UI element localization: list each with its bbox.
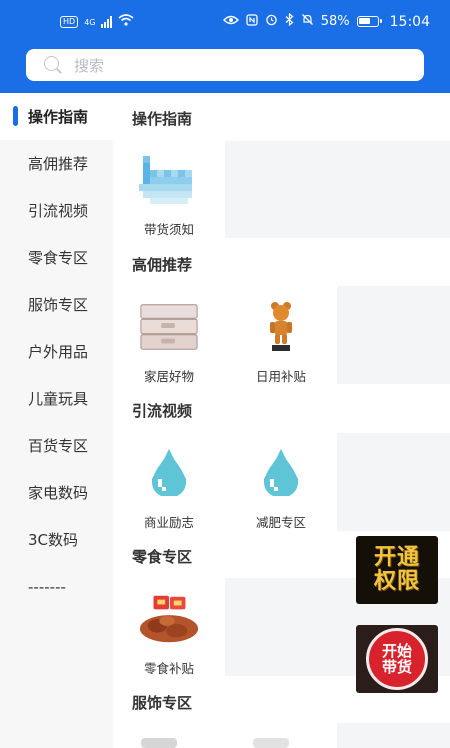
sidebar-item-apparel[interactable]: 服饰专区 bbox=[0, 281, 113, 328]
network-label: 4G bbox=[84, 17, 96, 27]
promo-circle: 开始 带货 bbox=[366, 628, 428, 690]
item-card-business-inspiration[interactable]: 商业励志 bbox=[120, 442, 218, 538]
sidebar-item-guide[interactable]: 操作指南 bbox=[0, 93, 113, 140]
sidebar-item-general-goods[interactable]: 百货专区 bbox=[0, 422, 113, 469]
section-title: 操作指南 bbox=[132, 110, 193, 128]
promo-text: 开始 bbox=[381, 642, 412, 660]
signal-icon bbox=[101, 16, 113, 28]
sidebar-item-label: 零食专区 bbox=[28, 249, 89, 267]
sidebar-item-label: 服饰专区 bbox=[28, 296, 89, 314]
search-icon bbox=[42, 54, 64, 76]
sidebar-item-high-commission[interactable]: 高佣推荐 bbox=[0, 140, 113, 187]
water-drop-icon bbox=[138, 442, 200, 504]
partial-item-image bbox=[253, 738, 289, 748]
section-title: 引流视频 bbox=[132, 402, 193, 420]
sidebar-item-label: 操作指南 bbox=[28, 108, 89, 126]
bear-figure-image bbox=[250, 296, 312, 358]
item-label: 减肥专区 bbox=[255, 515, 306, 530]
sidebar-item-3c[interactable]: 3C数码 bbox=[0, 516, 113, 563]
pixel-hand-icon bbox=[138, 149, 200, 211]
sidebar-item-traffic-videos[interactable]: 引流视频 bbox=[0, 187, 113, 234]
water-drop-icon bbox=[250, 442, 312, 504]
mute-icon bbox=[301, 13, 314, 30]
item-card-delivery-notes[interactable]: 带货须知 bbox=[120, 149, 218, 245]
placeholder-block bbox=[337, 433, 450, 531]
wifi-icon bbox=[118, 14, 135, 30]
sidebar-item-label: 户外用品 bbox=[28, 343, 89, 361]
sidebar-item-snacks[interactable]: 零食专区 bbox=[0, 234, 113, 281]
sidebar-item-label: ------- bbox=[28, 577, 66, 596]
app-screen: HD 4G 58% 15:04 搜索 操作指南 高佣推荐 引流视频 零食专区 服… bbox=[0, 0, 450, 748]
eye-icon bbox=[222, 14, 239, 29]
section-title: 零食专区 bbox=[132, 548, 193, 566]
item-label: 带货须知 bbox=[143, 222, 194, 237]
item-card-snack-subsidy[interactable]: 零食补贴 bbox=[120, 588, 218, 684]
search-bar[interactable]: 搜索 bbox=[26, 49, 424, 81]
promo-text: 带货 bbox=[381, 658, 412, 676]
promo-text: 开通 bbox=[373, 545, 420, 570]
header: HD 4G 58% 15:04 搜索 bbox=[0, 0, 450, 93]
item-card-home-goods[interactable]: 家居好物 bbox=[120, 296, 218, 392]
nfc-icon bbox=[246, 13, 258, 30]
partial-item-image bbox=[141, 738, 177, 748]
sidebar-item-label: 引流视频 bbox=[28, 202, 89, 220]
sidebar-item-outdoor[interactable]: 户外用品 bbox=[0, 328, 113, 375]
sidebar-item-appliances[interactable]: 家电数码 bbox=[0, 469, 113, 516]
section-title: 服饰专区 bbox=[132, 694, 193, 712]
clock: 15:04 bbox=[389, 13, 430, 30]
start-selling-banner[interactable]: 开始 带货 bbox=[356, 625, 438, 693]
sidebar-item-label: 儿童玩具 bbox=[28, 390, 89, 408]
item-label: 零食补贴 bbox=[143, 661, 194, 676]
snack-pack-image bbox=[138, 588, 200, 650]
bluetooth-icon bbox=[285, 12, 294, 30]
item-label: 日用补贴 bbox=[255, 369, 306, 384]
status-left: HD 4G bbox=[60, 14, 135, 30]
category-content: 操作指南 带货须知 高佣推荐 家居好物 日用补贴 引流视频 商业励志 减肥专区 … bbox=[113, 93, 450, 748]
sidebar-item-label: 百货专区 bbox=[28, 437, 89, 455]
placeholder-block bbox=[225, 141, 450, 238]
category-sidebar: 操作指南 高佣推荐 引流视频 零食专区 服饰专区 户外用品 儿童玩具 百货专区 … bbox=[0, 93, 113, 748]
status-bar: HD 4G 58% 15:04 bbox=[0, 0, 450, 42]
sidebar-item-label: 家电数码 bbox=[28, 484, 89, 502]
item-card-daily-subsidy[interactable]: 日用补贴 bbox=[232, 296, 330, 392]
battery-percent: 58% bbox=[320, 14, 350, 29]
alarm-icon bbox=[265, 13, 278, 30]
sidebar-item-label: 3C数码 bbox=[28, 531, 79, 549]
hd-badge: HD bbox=[60, 16, 79, 28]
storage-box-image bbox=[138, 296, 200, 358]
status-right: 58% 15:04 bbox=[222, 12, 430, 30]
sidebar-item-label: 高佣推荐 bbox=[28, 155, 89, 173]
item-label: 商业励志 bbox=[143, 515, 194, 530]
section-title: 高佣推荐 bbox=[132, 256, 193, 274]
sidebar-item-divider: ------- bbox=[0, 563, 113, 610]
placeholder-block bbox=[337, 286, 450, 384]
item-card-weight-loss[interactable]: 减肥专区 bbox=[232, 442, 330, 538]
search-input[interactable]: 搜索 bbox=[74, 55, 104, 76]
item-label: 家居好物 bbox=[143, 369, 194, 384]
battery-icon bbox=[356, 16, 382, 27]
open-permission-banner[interactable]: 开通 权限 bbox=[356, 536, 438, 604]
sidebar-item-toys[interactable]: 儿童玩具 bbox=[0, 375, 113, 422]
placeholder-block bbox=[337, 723, 450, 748]
promo-text: 权限 bbox=[373, 569, 420, 594]
